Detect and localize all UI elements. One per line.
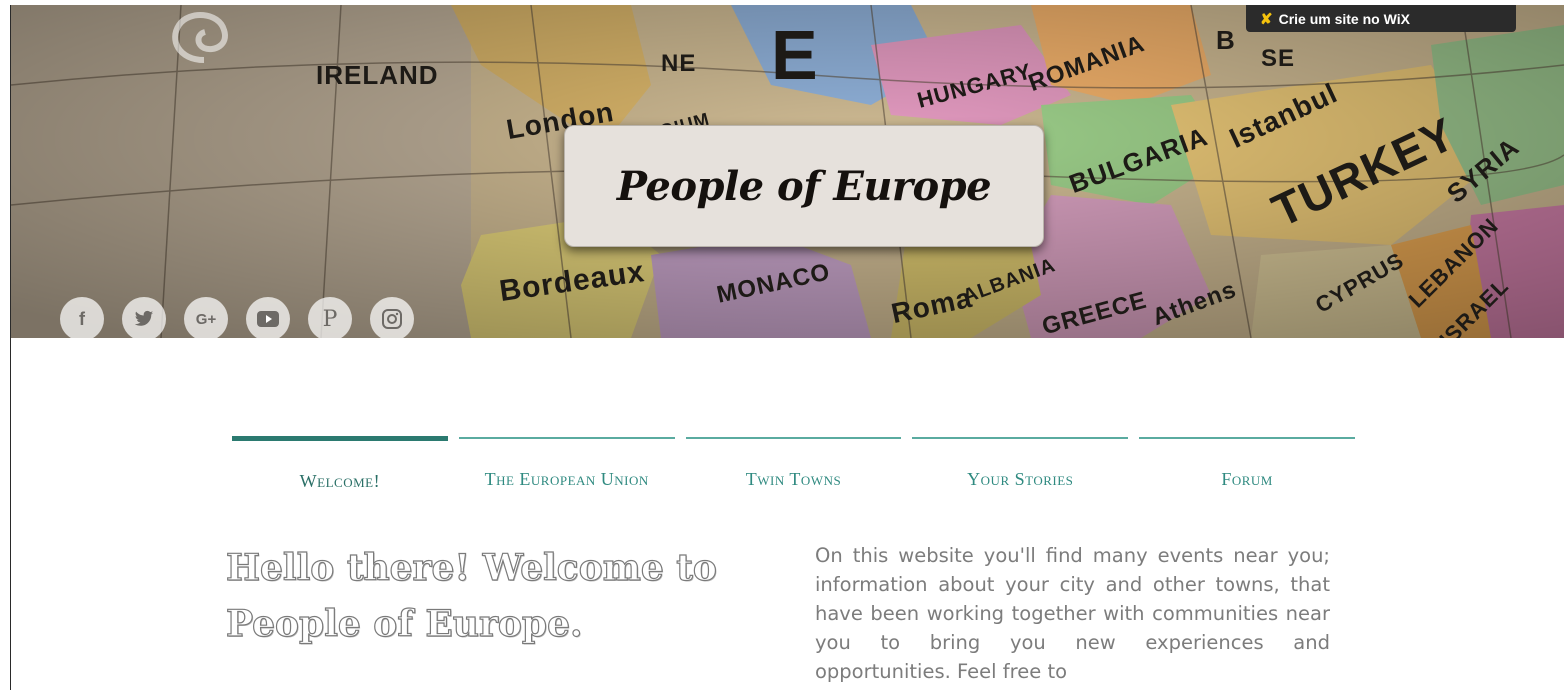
google-plus-icon[interactable]: G+ <box>184 297 228 338</box>
nav-item-label: Welcome! <box>299 471 381 491</box>
map-label: E <box>771 16 819 94</box>
nav-underline <box>685 437 902 439</box>
nav-underline <box>912 437 1129 439</box>
site-title: People of Europe <box>616 162 992 210</box>
map-label: IRELAND <box>316 60 439 90</box>
map-label: B <box>1216 25 1236 55</box>
nav-underline <box>1139 437 1355 439</box>
wix-logo-icon: ✘ <box>1260 10 1273 28</box>
twitter-icon[interactable] <box>122 297 166 338</box>
wix-promo-label: Crie um site no WiX <box>1278 10 1410 27</box>
welcome-heading: Hello there! Welcome to People of Europe… <box>225 546 717 645</box>
nav-item-twin-towns[interactable]: Twin Towns <box>685 437 902 492</box>
nav-item-welcome[interactable]: Welcome! <box>232 436 448 492</box>
site-title-box[interactable]: People of Europe <box>564 125 1044 247</box>
nav-item-label: Forum <box>1221 469 1273 489</box>
swirl-watermark-icon <box>172 11 228 63</box>
map-label: SE <box>1261 45 1296 72</box>
nav-item-european-union[interactable]: The European Union <box>458 437 675 492</box>
window-edge <box>0 0 11 690</box>
nav-item-label: The European Union <box>484 469 649 489</box>
intro-paragraph: On this website you'll find many events … <box>815 544 1330 683</box>
map-label: NE <box>661 50 697 77</box>
nav-item-forum[interactable]: Forum <box>1139 437 1355 492</box>
facebook-icon[interactable]: f <box>60 297 104 338</box>
nav-underline <box>232 436 448 441</box>
youtube-icon[interactable] <box>246 297 290 338</box>
nav-underline <box>458 437 675 439</box>
nav-item-your-stories[interactable]: Your Stories <box>912 437 1129 492</box>
social-icons-bar: f G+ P <box>60 297 414 338</box>
instagram-icon[interactable] <box>370 297 414 338</box>
main-nav: Welcome! The European Union Twin Towns Y… <box>232 436 1355 492</box>
pinterest-icon[interactable]: P <box>308 297 352 338</box>
wix-promo-bar[interactable]: ✘ Crie um site no WiX <box>1246 5 1516 32</box>
nav-item-label: Twin Towns <box>745 469 842 489</box>
header-banner: IRELAND London BELGIUM E HUNGARY ROMANIA… <box>11 5 1564 338</box>
nav-item-label: Your Stories <box>967 469 1074 489</box>
